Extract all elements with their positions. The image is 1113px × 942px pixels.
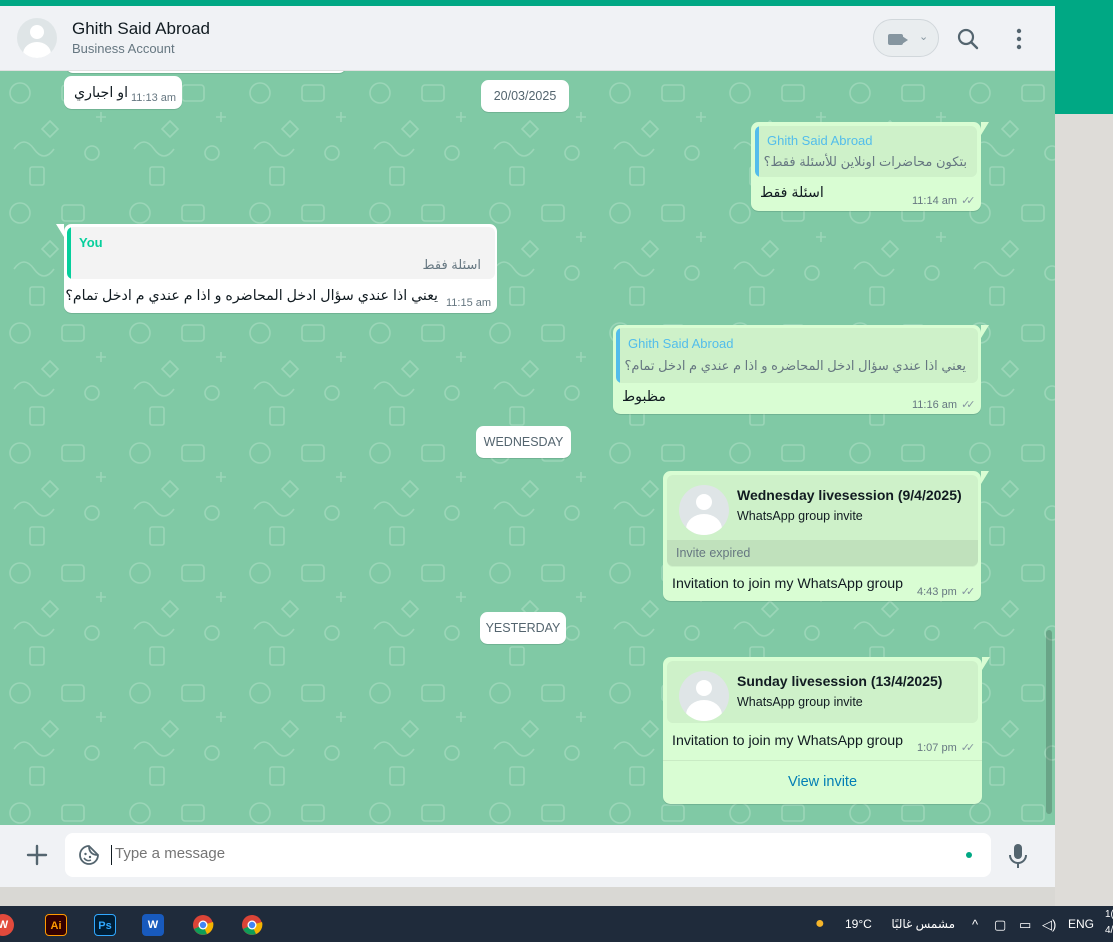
invite-title: Wednesday livesession (9/4/2025)	[737, 487, 962, 503]
message-bubble-incoming[interactable]: او اجباري 11:13 am	[64, 76, 182, 109]
chrome-icon[interactable]	[241, 914, 263, 936]
quoted-message[interactable]: Ghith Said Abroad يعني اذا عندي سؤال ادخ…	[616, 328, 978, 383]
weather-text[interactable]: مشمس غالبًا	[883, 917, 955, 931]
volume-icon[interactable]: ◁)	[1042, 917, 1056, 933]
sticker-icon[interactable]	[78, 844, 100, 866]
video-call-icon	[888, 34, 908, 45]
network-icon[interactable]: ▢	[994, 917, 1006, 933]
message-text: او اجباري	[74, 85, 129, 101]
invite-title: Sunday livesession (13/4/2025)	[737, 673, 943, 689]
quote-author: Ghith Said Abroad	[767, 133, 873, 148]
message-time: 1:07 pm ✓✓	[917, 742, 976, 754]
chat-area[interactable]: او اجباري 11:13 am 20/03/2025 Ghith Said…	[0, 71, 1055, 825]
contact-avatar[interactable]	[17, 18, 57, 58]
message-bubble-incoming[interactable]: You اسئلة فقط يعني اذا عندي سؤال ادخل ال…	[56, 224, 497, 313]
quoted-message[interactable]: You اسئلة فقط	[67, 227, 495, 279]
message-text: Invitation to join my WhatsApp group	[672, 576, 904, 592]
date-chip: YESTERDAY	[480, 612, 566, 644]
photoshop-icon[interactable]: Ps	[94, 914, 116, 936]
message-bubble-outgoing[interactable]: Ghith Said Abroad بتكون محاضرات اونلاين …	[751, 122, 989, 211]
quote-author: Ghith Said Abroad	[628, 336, 734, 351]
quote-text: يعني اذا عندي سؤال ادخل المحاضره و اذا م…	[624, 358, 967, 373]
double-check-icon: ✓✓	[960, 586, 976, 598]
chevron-down-icon: ⌄	[919, 31, 929, 43]
chat-scrollbar-thumb[interactable]	[1046, 630, 1052, 814]
message-bubble-partial	[66, 71, 346, 73]
message-text: مظبوط	[622, 389, 666, 405]
text-caret	[111, 845, 112, 865]
search-icon[interactable]	[955, 26, 981, 52]
chrome-icon[interactable]	[192, 914, 214, 936]
quoted-message[interactable]: Ghith Said Abroad بتكون محاضرات اونلاين …	[755, 126, 977, 177]
date-chip: 20/03/2025	[481, 80, 569, 112]
quote-author: You	[79, 235, 103, 250]
message-time: 4:43 pm ✓✓	[917, 586, 976, 598]
view-invite-button[interactable]: View invite	[663, 760, 982, 804]
message-input-box[interactable]	[65, 833, 991, 877]
double-check-icon: ✓✓	[960, 742, 976, 754]
illustrator-icon[interactable]: Ai	[45, 914, 67, 936]
invite-subtitle: WhatsApp group invite	[737, 695, 863, 709]
background-green-panel	[1055, 6, 1113, 114]
weather-temp[interactable]: 19°C	[845, 917, 872, 931]
double-check-icon: ✓✓	[961, 399, 976, 411]
group-invite-message[interactable]: Sunday livesession (13/4/2025) WhatsApp …	[663, 657, 990, 804]
os-taskbar: W Ai Ps W ● 19°C مشمس غالبًا ^ ▢ ▭ ◁) EN…	[0, 906, 1113, 942]
language-indicator[interactable]: ENG	[1068, 917, 1094, 931]
weather-sun-icon[interactable]: ●	[815, 915, 825, 933]
message-text: Invitation to join my WhatsApp group	[672, 733, 904, 749]
app-icon-w[interactable]: W	[0, 914, 14, 936]
group-avatar	[679, 485, 729, 535]
message-time: 11:15 am	[446, 297, 492, 309]
group-invite-card[interactable]: Sunday livesession (13/4/2025) WhatsApp …	[667, 661, 978, 723]
clock-date[interactable]: 4/	[1105, 925, 1113, 936]
contact-subtitle: Business Account	[72, 41, 175, 56]
status-dot	[966, 852, 972, 858]
message-input[interactable]	[115, 845, 935, 862]
message-bubble-outgoing[interactable]: Ghith Said Abroad يعني اذا عندي سؤال ادخ…	[613, 325, 989, 414]
message-text: اسئلة فقط	[760, 185, 824, 201]
message-text: يعني اذا عندي سؤال ادخل المحاضره و اذا م…	[65, 288, 438, 304]
quote-text: بتكون محاضرات اونلاين للأسئلة فقط؟	[763, 154, 967, 169]
chevron-up-icon[interactable]: ^	[972, 917, 978, 932]
invite-subtitle: WhatsApp group invite	[737, 509, 863, 523]
group-invite-message[interactable]: Wednesday livesession (9/4/2025) WhatsAp…	[663, 471, 989, 601]
quote-text: اسئلة فقط	[422, 257, 481, 272]
word-icon[interactable]: W	[142, 914, 164, 936]
date-chip: WEDNESDAY	[476, 426, 571, 458]
group-avatar	[679, 671, 729, 721]
contact-name[interactable]: Ghith Said Abroad	[72, 19, 210, 39]
microphone-icon[interactable]	[1006, 842, 1030, 870]
message-composer	[0, 825, 1055, 887]
double-check-icon: ✓✓	[961, 195, 976, 207]
clock-time[interactable]: 1(	[1105, 909, 1113, 920]
message-time: 11:14 am ✓✓	[912, 195, 976, 207]
invite-expired-label: Invite expired	[667, 540, 978, 566]
message-time: 11:16 am ✓✓	[912, 399, 976, 411]
display-icon[interactable]: ▭	[1019, 917, 1031, 933]
menu-icon[interactable]	[1008, 26, 1030, 52]
chat-header: Ghith Said Abroad Business Account ⌄	[0, 6, 1055, 71]
video-call-button[interactable]: ⌄	[873, 19, 939, 57]
message-time: 11:13 am	[131, 92, 177, 104]
plus-icon[interactable]	[24, 842, 50, 868]
background-gray-panel	[1055, 114, 1113, 906]
